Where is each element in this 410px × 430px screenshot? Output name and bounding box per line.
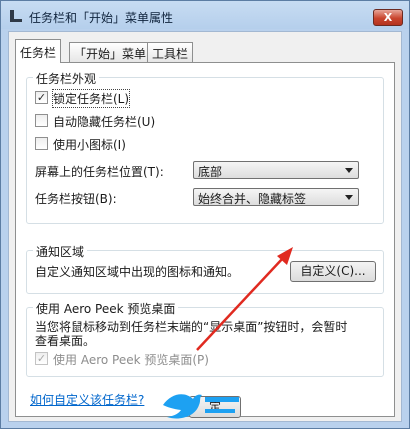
tab-taskbar[interactable]: 任务栏 xyxy=(15,39,62,63)
dialog-window: 任务栏和「开始」菜单属性 X 任务栏 「开始」菜单 工具栏 任务栏外观 ✓ 锁定… xyxy=(0,0,410,429)
bird-logo-icon xyxy=(163,394,239,419)
red-arrow-annotation xyxy=(196,247,293,351)
arrow-shaft xyxy=(196,257,284,351)
